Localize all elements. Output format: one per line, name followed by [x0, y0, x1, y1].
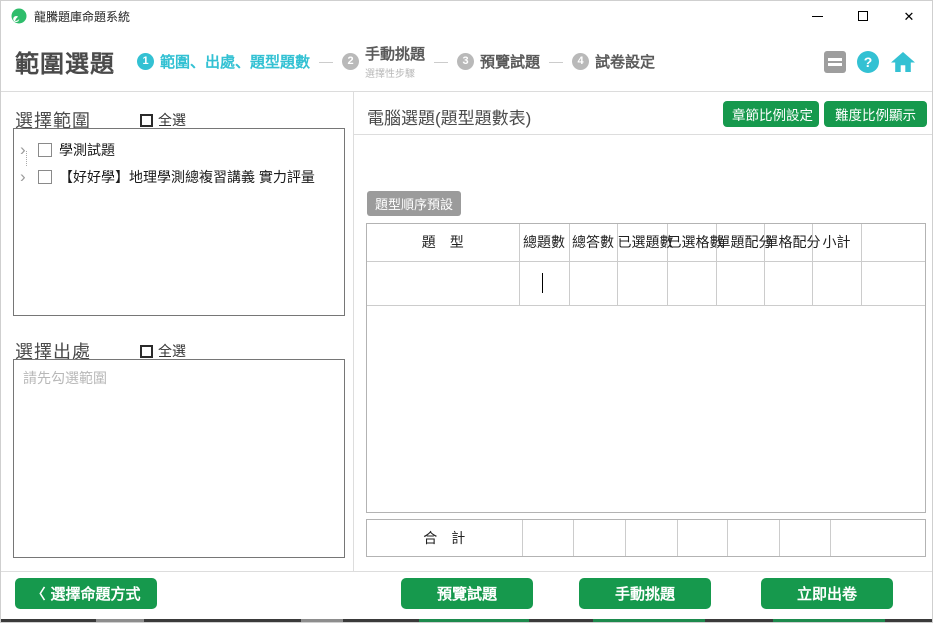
- type-order-default-badge[interactable]: 題型順序預設: [367, 191, 461, 216]
- total-label-cell: 合 計: [367, 520, 522, 556]
- text-caret: [542, 273, 543, 293]
- step-separator: —: [319, 53, 333, 69]
- total-cell: [573, 520, 625, 556]
- cell-selected-questions[interactable]: [617, 261, 667, 305]
- help-glyph: ?: [864, 54, 873, 70]
- question-type-table: 題 型 總題數 總答數 已選題數 已選格數 單題配分 單格配分 小計: [366, 223, 926, 513]
- cell-points-per-cell[interactable]: [764, 261, 812, 305]
- step-2-label: 手動挑題: [365, 43, 425, 64]
- right-panel-divider: [354, 134, 933, 135]
- step-1-range[interactable]: 1 範圍、出處、題型題數: [137, 51, 310, 72]
- total-cell: [727, 520, 779, 556]
- col-selected-cells: 已選格數: [667, 224, 716, 261]
- total-cell: [830, 520, 925, 556]
- cell-selected-cells[interactable]: [667, 261, 716, 305]
- step-3-label: 預覽試題: [480, 51, 540, 72]
- source-select-all-label: 全選: [158, 341, 186, 361]
- footer-divider: [1, 571, 933, 572]
- back-button-label: 選擇命題方式: [50, 583, 140, 604]
- total-row: 合 計: [367, 520, 925, 556]
- col-points-per-question: 單題配分: [716, 224, 764, 261]
- table-row: [367, 261, 925, 305]
- step-3-preview[interactable]: 3 預覽試題: [457, 51, 540, 72]
- source-select-all-checkbox[interactable]: [140, 345, 153, 358]
- total-cell: [779, 520, 830, 556]
- header-icons: ?: [824, 31, 916, 92]
- page-title: 範圍選題: [15, 44, 115, 79]
- cell-total-questions[interactable]: [519, 261, 569, 305]
- total-cell: [677, 520, 727, 556]
- expand-chevron-icon[interactable]: ›: [20, 168, 33, 185]
- step-1-label: 範圍、出處、題型題數: [160, 51, 310, 72]
- step-2-number: 2: [342, 53, 359, 70]
- cell-points-per-question[interactable]: [716, 261, 764, 305]
- home-icon[interactable]: [890, 50, 916, 74]
- step-2-manual-pick[interactable]: 2 手動挑題 選擇性步驟: [342, 43, 425, 80]
- difficulty-ratio-button[interactable]: 難度比例顯示: [824, 101, 927, 127]
- step-separator: —: [549, 53, 563, 69]
- range-select-all[interactable]: 全選: [140, 110, 186, 130]
- step-separator: —: [434, 53, 448, 69]
- range-tree: › 學測試題 › 【好好學】地理學測總複習講義 實力評量: [14, 129, 344, 190]
- chapter-ratio-button[interactable]: 章節比例設定: [723, 101, 819, 127]
- col-selected-questions: 已選題數: [617, 224, 667, 261]
- wizard-header: 範圍選題 1 範圍、出處、題型題數 — 2 手動挑題 選擇性步驟 — 3 預覽試…: [1, 31, 932, 92]
- preview-questions-button[interactable]: 預覽試題: [401, 578, 533, 609]
- range-select-all-label: 全選: [158, 110, 186, 130]
- close-button[interactable]: ✕: [886, 1, 932, 31]
- step-4-paper-settings[interactable]: 4 試卷設定: [572, 51, 655, 72]
- manual-pick-button[interactable]: 手動挑題: [579, 578, 711, 609]
- cell-extra: [861, 261, 925, 305]
- total-cell: [522, 520, 573, 556]
- tree-item-label: 學測試題: [59, 140, 115, 160]
- col-question-type: 題 型: [367, 224, 519, 261]
- background-window-sliver: [1, 619, 933, 623]
- save-icon[interactable]: [824, 51, 846, 73]
- tree-item-checkbox[interactable]: [38, 170, 52, 184]
- col-extra: [861, 224, 925, 261]
- step-4-number: 4: [572, 53, 589, 70]
- cell-question-type[interactable]: [367, 261, 519, 305]
- title-bar: 龍騰題庫命題系統 ✕: [1, 1, 932, 31]
- cell-total-answers[interactable]: [569, 261, 617, 305]
- minimize-button[interactable]: [794, 1, 840, 31]
- step-2-sublabel: 選擇性步驟: [365, 65, 425, 80]
- step-3-number: 3: [457, 53, 474, 70]
- panel-divider: [353, 92, 354, 571]
- tree-item-checkbox[interactable]: [38, 143, 52, 157]
- tree-guide-line: [26, 151, 27, 166]
- total-row-box: 合 計: [366, 519, 926, 557]
- maximize-icon: [858, 11, 868, 21]
- chevron-left-icon: 〈: [31, 584, 45, 604]
- tree-item-geography[interactable]: › 【好好學】地理學測總複習講義 實力評量: [14, 163, 344, 190]
- maximize-button[interactable]: [840, 1, 886, 31]
- step-indicator: 1 範圍、出處、題型題數 — 2 手動挑題 選擇性步驟 — 3 預覽試題 — 4…: [137, 43, 655, 80]
- source-select-all[interactable]: 全選: [140, 341, 186, 361]
- app-logo-icon: [11, 8, 27, 24]
- tree-item-exam[interactable]: › 學測試題: [14, 136, 344, 163]
- back-to-mode-button[interactable]: 〈 選擇命題方式: [15, 578, 157, 609]
- table-header-row: 題 型 總題數 總答數 已選題數 已選格數 單題配分 單格配分 小計: [367, 224, 925, 261]
- minimize-icon: [812, 16, 823, 17]
- window-title: 龍騰題庫命題系統: [34, 8, 130, 25]
- col-total-answers: 總答數: [569, 224, 617, 261]
- window-controls: ✕: [794, 1, 932, 31]
- app-window: 龍騰題庫命題系統 ✕ 範圍選題 1 範圍、出處、題型題數 — 2 手動挑題 選擇…: [0, 0, 933, 623]
- range-select-all-checkbox[interactable]: [140, 114, 153, 127]
- col-total-questions: 總題數: [519, 224, 569, 261]
- cell-subtotal: [812, 261, 861, 305]
- total-cell: [625, 520, 677, 556]
- close-icon: ✕: [904, 10, 915, 23]
- step-1-number: 1: [137, 53, 154, 70]
- tree-item-label: 【好好學】地理學測總複習講義 實力評量: [59, 167, 315, 187]
- step-4-label: 試卷設定: [595, 51, 655, 72]
- source-placeholder-text: 請先勾選範圍: [14, 360, 344, 396]
- range-tree-box: › 學測試題 › 【好好學】地理學測總複習講義 實力評量: [13, 128, 345, 316]
- computer-pick-title: 電腦選題(題型題數表): [367, 104, 531, 129]
- col-points-per-cell: 單格配分: [764, 224, 812, 261]
- generate-paper-button[interactable]: 立即出卷: [761, 578, 893, 609]
- help-icon[interactable]: ?: [857, 51, 879, 73]
- source-list-box: 請先勾選範圍: [13, 359, 345, 558]
